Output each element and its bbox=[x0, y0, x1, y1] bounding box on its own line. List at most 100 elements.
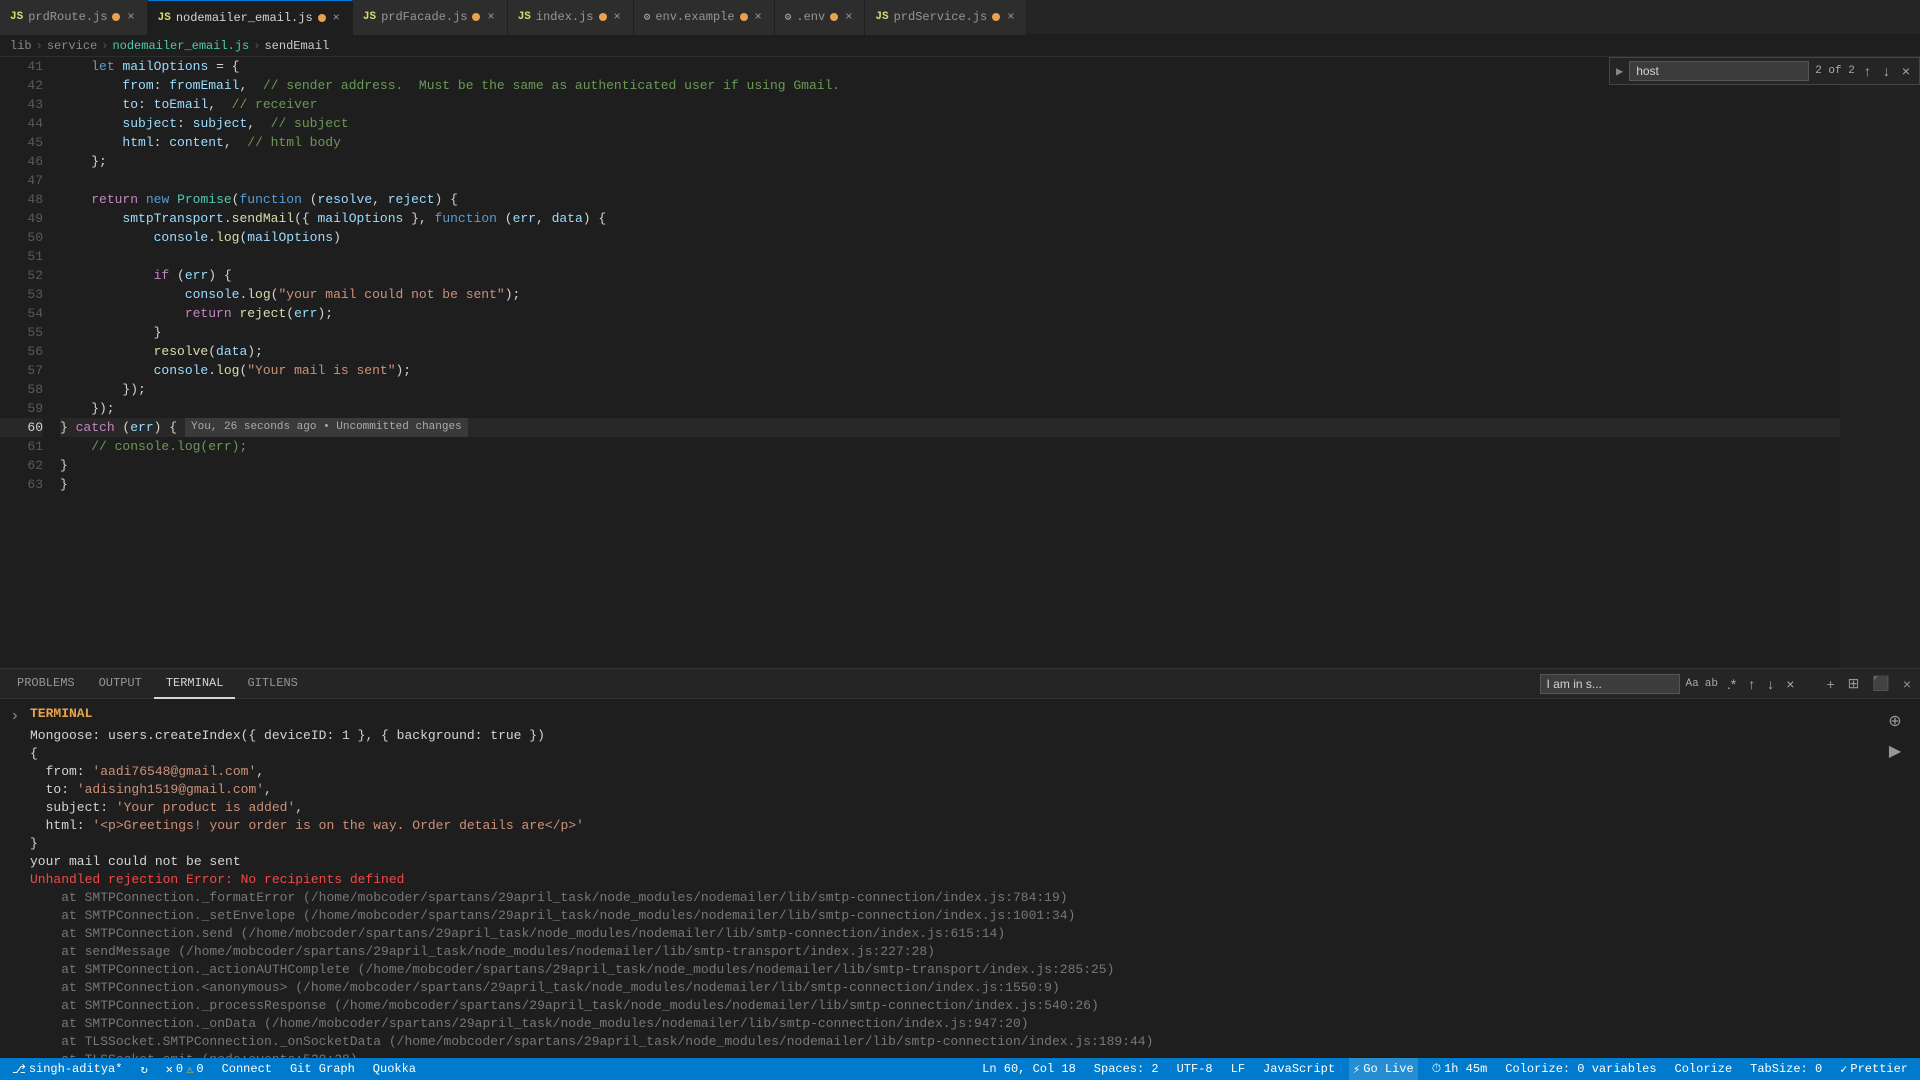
status-left: ⎇ singh-aditya* ↻ ✕ 0 ⚠ 0 Connect Git Gr… bbox=[0, 1058, 428, 1080]
env-icon: ⚙ bbox=[785, 10, 792, 24]
editor-area: ▶ 2 of 2 ↑ ↓ × 41 42 43 44 45 46 47 48 4… bbox=[0, 57, 1920, 668]
encoding-btn[interactable]: UTF-8 bbox=[1173, 1058, 1217, 1080]
tab-close-btn[interactable]: × bbox=[843, 9, 854, 25]
panel-split[interactable]: ⊞ bbox=[1844, 673, 1864, 694]
tab-prdFacade[interactable]: JS prdFacade.js × bbox=[353, 0, 508, 35]
line-number: 56 bbox=[0, 342, 43, 361]
go-live-btn[interactable]: ⚡ Go Live bbox=[1349, 1058, 1418, 1080]
tab-output[interactable]: OUTPUT bbox=[87, 669, 154, 699]
language-btn[interactable]: JavaScript bbox=[1259, 1058, 1339, 1080]
line-number: 59 bbox=[0, 399, 43, 418]
line-number: 50 bbox=[0, 228, 43, 247]
code-line-58: }); bbox=[60, 380, 1840, 399]
line-number: 62 bbox=[0, 456, 43, 475]
code-line-48: return new Promise(function (resolve, re… bbox=[60, 190, 1840, 209]
tab-terminal[interactable]: TERMINAL bbox=[154, 669, 236, 699]
modified-dot bbox=[599, 13, 607, 21]
tab-label: .env bbox=[796, 10, 825, 24]
modified-dot bbox=[740, 13, 748, 21]
git-branch[interactable]: ⎇ singh-aditya* bbox=[8, 1058, 126, 1080]
find-next-btn[interactable]: ↓ bbox=[1880, 63, 1893, 79]
tab-env[interactable]: ⚙ .env × bbox=[775, 0, 866, 35]
errors-btn[interactable]: ✕ 0 ⚠ 0 bbox=[162, 1058, 208, 1080]
branch-name: singh-aditya* bbox=[29, 1062, 123, 1076]
tab-index[interactable]: JS index.js × bbox=[508, 0, 634, 35]
terminal-find-ab: ab bbox=[1705, 678, 1718, 690]
terminal-find-input[interactable] bbox=[1540, 674, 1680, 694]
terminal-find-regex[interactable]: .* bbox=[1724, 676, 1739, 692]
language-label: JavaScript bbox=[1263, 1062, 1335, 1076]
find-close-btn[interactable]: × bbox=[1899, 63, 1913, 79]
colorize2-btn[interactable]: Colorize bbox=[1671, 1058, 1737, 1080]
line-number: 43 bbox=[0, 95, 43, 114]
minimap bbox=[1840, 57, 1920, 668]
tab-close-btn[interactable]: × bbox=[125, 9, 136, 25]
tab-gitlens[interactable]: GITLENS bbox=[235, 669, 309, 699]
line-ending-btn[interactable]: LF bbox=[1227, 1058, 1249, 1080]
line-number: 45 bbox=[0, 133, 43, 152]
prettier-icon: ✓ bbox=[1840, 1062, 1847, 1077]
status-right: Ln 60, Col 18 Spaces: 2 UTF-8 LF JavaScr… bbox=[970, 1058, 1920, 1080]
connect-btn[interactable]: Connect bbox=[218, 1058, 276, 1080]
tab-close-btn[interactable]: × bbox=[1005, 9, 1016, 25]
terminal-icon-2[interactable]: ▶ bbox=[1885, 739, 1905, 763]
breadcrumb-lib[interactable]: lib bbox=[10, 39, 32, 53]
find-input[interactable] bbox=[1629, 61, 1809, 81]
tab-close-btn[interactable]: × bbox=[331, 10, 342, 26]
terminal-content[interactable]: › TERMINAL Mongoose: users.createIndex({… bbox=[0, 699, 1920, 1058]
quokka-btn[interactable]: Quokka bbox=[369, 1058, 420, 1080]
git-graph-btn[interactable]: Git Graph bbox=[286, 1058, 359, 1080]
breadcrumb-service[interactable]: service bbox=[47, 39, 97, 53]
terminal-right-icons: ⊕ ▶ bbox=[1880, 705, 1910, 1052]
panel-tabs: PROBLEMS OUTPUT TERMINAL GITLENS Aa ab .… bbox=[0, 669, 1920, 699]
terminal-find-prev[interactable]: ↑ bbox=[1745, 676, 1758, 692]
terminal-line: to: 'adisingh1519@gmail.com', bbox=[30, 781, 1880, 799]
tab-close-btn[interactable]: × bbox=[753, 9, 764, 25]
code-content[interactable]: let mailOptions = { from: fromEmail, // … bbox=[55, 57, 1840, 668]
prettier-btn[interactable]: ✓ Prettier bbox=[1836, 1058, 1912, 1080]
panel-close[interactable]: × bbox=[1899, 674, 1915, 694]
terminal-line: at TLSSocket.emit (node:events:520:28) bbox=[30, 1051, 1880, 1058]
time-btn[interactable]: ⏱ 1h 45m bbox=[1428, 1058, 1492, 1080]
js-icon: JS bbox=[10, 11, 23, 23]
line-number: 58 bbox=[0, 380, 43, 399]
breadcrumb-symbol[interactable]: sendEmail bbox=[264, 39, 329, 53]
terminal-line: at SMTPConnection.send (/home/mobcoder/s… bbox=[30, 925, 1880, 943]
encoding-label: UTF-8 bbox=[1177, 1062, 1213, 1076]
go-live-icon: ⚡ bbox=[1353, 1062, 1360, 1077]
tab-env-example[interactable]: ⚙ env.example × bbox=[634, 0, 775, 35]
line-number: 54 bbox=[0, 304, 43, 323]
position-btn[interactable]: Ln 60, Col 18 bbox=[978, 1058, 1080, 1080]
code-line-41: let mailOptions = { bbox=[60, 57, 1840, 76]
code-line-54: return reject(err); bbox=[60, 304, 1840, 323]
breadcrumb-file[interactable]: nodemailer_email.js bbox=[112, 39, 249, 53]
line-ending-label: LF bbox=[1231, 1062, 1245, 1076]
find-icon: ▶ bbox=[1616, 64, 1623, 79]
terminal-find-next[interactable]: ↓ bbox=[1764, 676, 1777, 692]
terminal-line: at SMTPConnection._setEnvelope (/home/mo… bbox=[30, 907, 1880, 925]
code-line-59: }); bbox=[60, 399, 1840, 418]
terminal-find-label: Aa bbox=[1686, 678, 1699, 690]
terminal-collapse-icon[interactable]: › bbox=[10, 707, 30, 725]
tab-nodemailer-email[interactable]: JS nodemailer_email.js × bbox=[148, 0, 353, 35]
line-number: 61 bbox=[0, 437, 43, 456]
find-prev-btn[interactable]: ↑ bbox=[1861, 63, 1874, 79]
tab-close-btn[interactable]: × bbox=[485, 9, 496, 25]
tab-close-btn[interactable]: × bbox=[612, 9, 623, 25]
spaces-btn[interactable]: Spaces: 2 bbox=[1090, 1058, 1163, 1080]
tab-prdRoute[interactable]: JS prdRoute.js × bbox=[0, 0, 148, 35]
tab-prdService[interactable]: JS prdService.js × bbox=[865, 0, 1027, 35]
terminal-icon-1[interactable]: ⊕ bbox=[1884, 709, 1905, 733]
terminal-find-close[interactable]: × bbox=[1783, 676, 1797, 692]
line-number: 51 bbox=[0, 247, 43, 266]
modified-dot bbox=[472, 13, 480, 21]
code-editor: 41 42 43 44 45 46 47 48 49 50 51 52 53 5… bbox=[0, 57, 1920, 668]
panel-add-terminal[interactable]: + bbox=[1822, 674, 1838, 694]
tab-problems[interactable]: PROBLEMS bbox=[5, 669, 87, 699]
colorize-btn[interactable]: Colorize: 0 variables bbox=[1501, 1058, 1660, 1080]
colorize2-label: Colorize bbox=[1675, 1062, 1733, 1076]
tab-size-btn[interactable]: TabSize: 0 bbox=[1746, 1058, 1826, 1080]
code-line-61: // console.log(err); bbox=[60, 437, 1840, 456]
sync-icon-btn[interactable]: ↻ bbox=[136, 1058, 151, 1080]
panel-maximize[interactable]: ⬛ bbox=[1868, 673, 1893, 694]
